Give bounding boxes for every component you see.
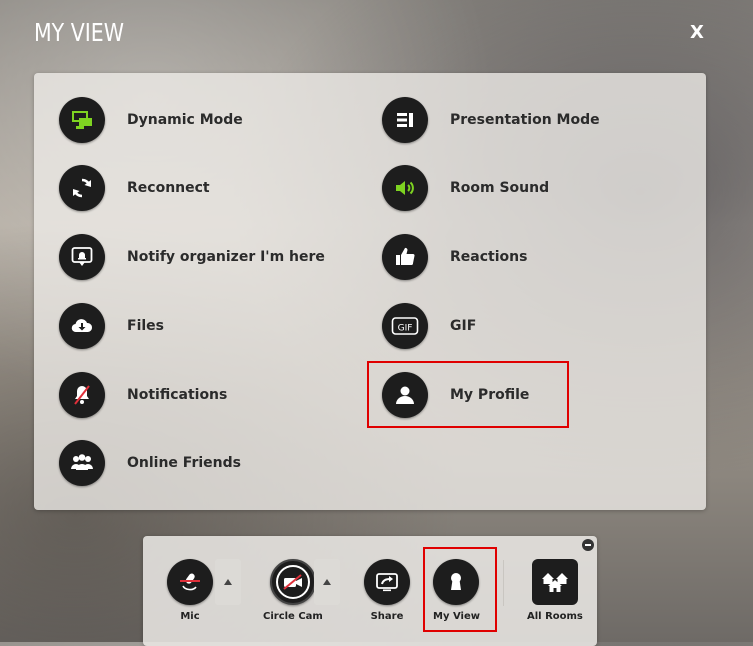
share-button[interactable]: Share [364,559,410,622]
caret-up-icon [224,579,232,585]
close-button[interactable]: X [690,22,704,43]
speaker-icon [382,165,428,211]
room-sound-label: Room Sound [450,180,550,196]
dynamic-mode-icon [59,97,105,143]
dynamic-mode-item[interactable]: Dynamic Mode [59,97,243,143]
thumbs-up-icon [382,234,428,280]
presentation-mode-icon [382,97,428,143]
all-rooms-button[interactable]: All Rooms [527,559,583,622]
toolbar-divider [503,560,504,606]
gif-icon: GIF [382,303,428,349]
svg-text:GIF: GIF [398,324,413,334]
minus-icon [585,544,591,546]
friends-group-icon [59,440,105,486]
dynamic-mode-label: Dynamic Mode [127,112,243,128]
notifications-item[interactable]: Notifications [59,372,227,418]
mic-muted-icon [167,559,213,605]
gif-label: GIF [450,318,477,334]
presentation-mode-item[interactable]: Presentation Mode [382,97,600,143]
cam-options-button[interactable] [314,559,340,605]
camera-off-icon [269,559,316,605]
notify-organizer-icon [59,234,105,280]
all-rooms-label: All Rooms [527,611,583,622]
reconnect-item[interactable]: Reconnect [59,165,210,211]
page-title: MY VIEW [34,18,125,47]
reactions-item[interactable]: Reactions [382,234,527,280]
houses-icon [531,559,578,605]
notify-organizer-label: Notify organizer I'm here [127,249,325,265]
notify-organizer-item[interactable]: Notify organizer I'm here [59,234,325,280]
cloud-download-icon [59,303,105,349]
reactions-label: Reactions [450,249,528,265]
share-label: Share [370,611,404,622]
my-view-highlight [423,547,497,632]
bell-muted-icon [59,372,105,418]
online-friends-item[interactable]: Online Friends [59,440,241,486]
files-label: Files [127,318,164,334]
files-item[interactable]: Files [59,303,164,349]
circle-cam-label: Circle Cam [263,611,323,622]
gif-item[interactable]: GIF GIF [382,303,476,349]
bottom-toolbar: Mic Circle Cam Share My View All Rooms [143,536,597,646]
reconnect-label: Reconnect [127,180,210,196]
mic-button[interactable]: Mic [167,559,213,622]
notifications-label: Notifications [127,387,228,403]
caret-up-icon [323,579,331,585]
room-sound-item[interactable]: Room Sound [382,165,549,211]
share-screen-icon [364,559,410,605]
mic-label: Mic [180,611,200,622]
online-friends-label: Online Friends [127,455,241,471]
my-view-panel: Dynamic Mode Reconnect Notify organizer … [34,73,706,510]
reconnect-icon [59,165,105,211]
my-profile-highlight [367,361,569,428]
minimize-button[interactable] [582,539,594,551]
presentation-mode-label: Presentation Mode [450,112,600,128]
mic-options-button[interactable] [215,559,241,605]
